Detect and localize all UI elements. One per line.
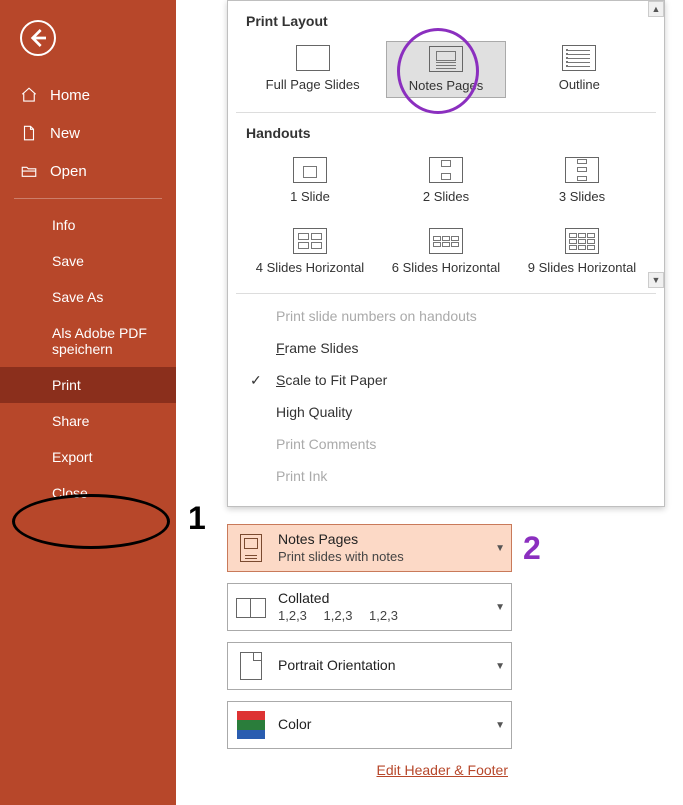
handout-2-slides[interactable]: 2 Slides — [386, 153, 506, 208]
nav-share[interactable]: Share — [0, 403, 176, 439]
annotation-1: 1 — [188, 500, 206, 537]
section-print-layout: Print Layout — [228, 1, 664, 35]
opt-scale-to-fit[interactable]: ✓ Scale to Fit Paper — [228, 364, 664, 396]
layout-notes-pages[interactable]: Notes Pages — [386, 41, 506, 98]
opt-print-ink: Print Ink — [228, 460, 664, 492]
nav-info[interactable]: Info — [0, 207, 176, 243]
back-button[interactable] — [20, 20, 56, 56]
full-page-thumb-icon — [296, 45, 330, 71]
scroll-up-button[interactable]: ▲ — [648, 1, 664, 17]
opt-slide-numbers: Print slide numbers on handouts — [228, 300, 664, 332]
nav-save-as[interactable]: Save As — [0, 279, 176, 315]
handout-2-icon — [429, 157, 463, 183]
opt-frame-slides[interactable]: Frame Slides — [228, 332, 664, 364]
handout-6-icon — [429, 228, 463, 254]
nav-open[interactable]: Open — [0, 152, 176, 190]
setting-orientation-dropdown[interactable]: Portrait Orientation ▼ — [227, 642, 512, 690]
nav-close[interactable]: Close — [0, 475, 176, 511]
nav-save[interactable]: Save — [0, 243, 176, 279]
handout-1-icon — [293, 157, 327, 183]
home-icon — [20, 86, 38, 104]
handout-9-horizontal[interactable]: 9 Slides Horizontal — [522, 224, 642, 279]
layout-full-page-slides[interactable]: Full Page Slides — [253, 41, 373, 98]
folder-open-icon — [20, 162, 38, 180]
chevron-down-icon: ▼ — [495, 661, 505, 672]
chevron-down-icon: ▼ — [495, 602, 505, 613]
portrait-icon — [236, 649, 266, 683]
arrow-left-icon — [22, 22, 54, 54]
outline-thumb-icon — [562, 45, 596, 71]
handout-9-icon — [565, 228, 599, 254]
section-handouts: Handouts — [228, 113, 664, 147]
collated-icon — [236, 590, 266, 624]
handout-3-icon — [565, 157, 599, 183]
edit-header-footer-link[interactable]: Edit Header & Footer — [227, 760, 512, 778]
nav-export[interactable]: Export — [0, 439, 176, 475]
handout-1-slide[interactable]: 1 Slide — [250, 153, 370, 208]
color-icon — [236, 708, 266, 742]
scroll-down-button[interactable]: ▼ — [648, 272, 664, 288]
new-file-icon — [20, 124, 38, 142]
print-settings: Notes Pages Print slides with notes ▼ Co… — [227, 524, 512, 778]
check-icon: ✓ — [250, 372, 262, 389]
annotation-2: 2 — [523, 530, 541, 567]
setting-layout-dropdown[interactable]: Notes Pages Print slides with notes ▼ — [227, 524, 512, 572]
layout-outline[interactable]: Outline — [519, 41, 639, 98]
opt-print-comments: Print Comments — [228, 428, 664, 460]
nav-label: Home — [50, 87, 90, 104]
nav-new[interactable]: New — [0, 114, 176, 152]
handout-6-horizontal[interactable]: 6 Slides Horizontal — [386, 224, 506, 279]
setting-color-dropdown[interactable]: Color ▼ — [227, 701, 512, 749]
chevron-down-icon: ▼ — [495, 543, 505, 554]
nav-label: Open — [50, 163, 87, 180]
backstage-sidebar: Home New Open Info Save Save As Als Adob… — [0, 0, 176, 805]
handout-4-icon — [293, 228, 327, 254]
chevron-down-icon: ▼ — [495, 720, 505, 731]
notes-pages-thumb-icon — [429, 46, 463, 72]
handout-3-slides[interactable]: 3 Slides — [522, 153, 642, 208]
print-layout-dropdown: ▲ Print Layout Full Page Slides Notes Pa… — [227, 0, 665, 507]
nav-print[interactable]: Print — [0, 367, 176, 403]
nav-label: New — [50, 125, 80, 142]
nav-adobe-pdf[interactable]: Als Adobe PDF speichern — [0, 315, 176, 367]
notes-pages-icon — [236, 531, 266, 565]
handout-4-horizontal[interactable]: 4 Slides Horizontal — [250, 224, 370, 279]
opt-high-quality[interactable]: High Quality — [228, 396, 664, 428]
sidebar-divider — [14, 198, 162, 199]
nav-home[interactable]: Home — [0, 76, 176, 114]
setting-collated-dropdown[interactable]: Collated 1,2,3 1,2,3 1,2,3 ▼ — [227, 583, 512, 631]
